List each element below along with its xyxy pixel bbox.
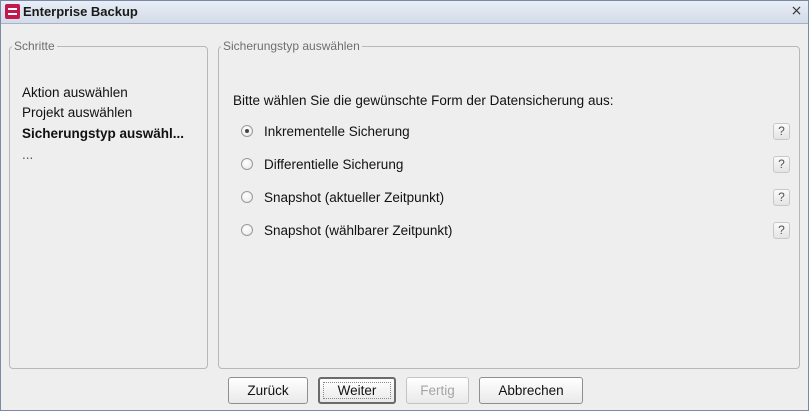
step-item-projekt: Projekt auswählen <box>22 105 133 120</box>
wizard-window: Enterprise Backup × Schritte Aktion ausw… <box>0 0 809 411</box>
finish-button[interactable]: Fertig <box>406 377 469 404</box>
next-button[interactable]: Weiter <box>318 377 396 404</box>
steps-panel: Schritte Aktion auswählen Projekt auswäh… <box>9 39 208 369</box>
steps-legend: Schritte <box>14 39 55 53</box>
step-item-sicherungstyp: Sicherungstyp auswähl... <box>22 126 185 141</box>
option-label[interactable]: Snapshot (aktueller Zeitpunkt) <box>264 190 444 205</box>
help-icon[interactable]: ? <box>773 189 790 206</box>
close-icon[interactable]: × <box>789 4 804 19</box>
option-snapshot-waehlbar[interactable]: Snapshot (wählbarer Zeitpunkt) <box>241 222 452 238</box>
window-title: Enterprise Backup <box>23 4 138 19</box>
radio-inkrementell[interactable] <box>241 125 253 137</box>
step-item-aktion: Aktion auswählen <box>22 85 128 100</box>
title-bar[interactable]: Enterprise Backup × <box>1 1 808 24</box>
app-icon <box>5 4 20 19</box>
option-label[interactable]: Snapshot (wählbarer Zeitpunkt) <box>264 223 452 238</box>
option-inkrementell[interactable]: Inkrementelle Sicherung <box>241 123 410 139</box>
option-snapshot-aktuell[interactable]: Snapshot (aktueller Zeitpunkt) <box>241 189 444 205</box>
help-icon[interactable]: ? <box>773 222 790 239</box>
step-item-more: ... <box>22 147 34 162</box>
help-icon[interactable]: ? <box>773 123 790 140</box>
option-label[interactable]: Inkrementelle Sicherung <box>264 124 410 139</box>
radio-snapshot-waehlbar[interactable] <box>241 224 253 236</box>
radio-differentiell[interactable] <box>241 158 253 170</box>
help-icon[interactable]: ? <box>773 156 790 173</box>
option-differentiell[interactable]: Differentielle Sicherung <box>241 156 403 172</box>
backup-type-prompt: Bitte wählen Sie die gewünschte Form der… <box>233 93 614 108</box>
cancel-button[interactable]: Abbrechen <box>479 377 583 404</box>
option-label[interactable]: Differentielle Sicherung <box>264 157 403 172</box>
back-button[interactable]: Zurück <box>228 377 308 404</box>
radio-snapshot-aktuell[interactable] <box>241 191 253 203</box>
backup-type-panel: Sicherungstyp auswählen Bitte wählen Sie… <box>218 39 800 369</box>
backup-type-legend: Sicherungstyp auswählen <box>223 39 360 53</box>
